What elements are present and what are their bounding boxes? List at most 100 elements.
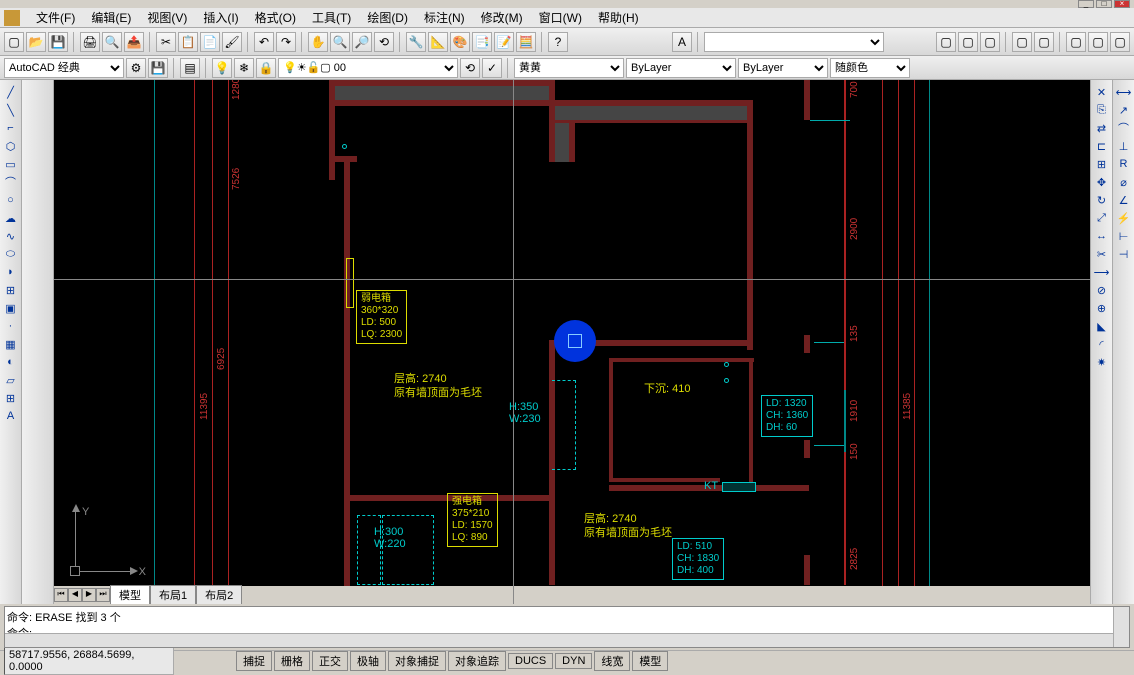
tab-last-button[interactable]: ⏭	[96, 588, 110, 602]
spline-tool[interactable]: ∿	[2, 228, 20, 244]
layer-manager-button[interactable]: ▤	[180, 58, 200, 78]
menu-dimension[interactable]: 标注(N)	[416, 7, 473, 28]
viewport-2-button[interactable]: ▢	[958, 32, 978, 52]
trim-tool[interactable]: ✂	[1093, 246, 1111, 262]
dim-ordinate-tool[interactable]: ⊥	[1115, 138, 1133, 154]
table-tool[interactable]: ⊞	[2, 390, 20, 406]
design-center-button[interactable]: 📐	[428, 32, 448, 52]
markup-button[interactable]: 📝	[494, 32, 514, 52]
paste-button[interactable]: 📄	[200, 32, 220, 52]
layer-dropdown[interactable]: 💡☀🔓▢ 00	[278, 58, 458, 78]
aux-3-button[interactable]: ▢	[1110, 32, 1130, 52]
redo-button[interactable]: ↷	[276, 32, 296, 52]
layer-prev-button[interactable]: ⟲	[460, 58, 480, 78]
array-tool[interactable]: ⊞	[1093, 156, 1111, 172]
dim-aligned-tool[interactable]: ↗	[1115, 102, 1133, 118]
viewport-clip-button[interactable]: ▢	[1012, 32, 1032, 52]
min-button[interactable]: _	[1078, 0, 1094, 8]
dim-radius-tool[interactable]: R	[1115, 156, 1133, 172]
command-scrollbar-v[interactable]	[1113, 607, 1129, 647]
grid-toggle[interactable]: 栅格	[274, 651, 310, 671]
command-scrollbar-h[interactable]	[5, 633, 1113, 647]
break-tool[interactable]: ⊘	[1093, 282, 1111, 298]
menu-insert[interactable]: 插入(I)	[195, 7, 246, 28]
save-button[interactable]: 💾	[48, 32, 68, 52]
zoom-win-button[interactable]: 🔎	[352, 32, 372, 52]
rectangle-tool[interactable]: ▭	[2, 156, 20, 172]
fillet-tool[interactable]: ◜	[1093, 336, 1111, 352]
otrack-toggle[interactable]: 对象追踪	[448, 651, 506, 671]
restore-button[interactable]: □	[1096, 0, 1112, 8]
workspace-settings-button[interactable]: ⚙	[126, 58, 146, 78]
tab-prev-button[interactable]: ◀	[68, 588, 82, 602]
xline-tool[interactable]: ╲	[2, 102, 20, 118]
preview-button[interactable]: 🔍	[102, 32, 122, 52]
dim-diameter-tool[interactable]: ⌀	[1115, 174, 1133, 190]
osnap-toggle[interactable]: 对象捕捉	[388, 651, 446, 671]
hatch-tool[interactable]: ▦	[2, 336, 20, 352]
aux-2-button[interactable]: ▢	[1088, 32, 1108, 52]
mirror-tool[interactable]: ⇄	[1093, 120, 1111, 136]
make-current-button[interactable]: ✓	[482, 58, 502, 78]
polygon-tool[interactable]: ⬡	[2, 138, 20, 154]
offset-tool[interactable]: ⊏	[1093, 138, 1111, 154]
erase-tool[interactable]: ✕	[1093, 84, 1111, 100]
help-button[interactable]: ?	[548, 32, 568, 52]
menu-view[interactable]: 视图(V)	[139, 7, 195, 28]
copy-tool[interactable]: ⎘	[1093, 102, 1111, 118]
workspace-save-button[interactable]: 💾	[148, 58, 168, 78]
print-button[interactable]: 🖨	[80, 32, 100, 52]
layer-states-button[interactable]: 💡	[212, 58, 232, 78]
pline-tool[interactable]: ⌐	[2, 120, 20, 136]
mtext-tool[interactable]: A	[2, 408, 20, 424]
tab-layout1[interactable]: 布局1	[150, 585, 196, 604]
menu-help[interactable]: 帮助(H)	[590, 7, 647, 28]
publish-button[interactable]: 📤	[124, 32, 144, 52]
make-block-tool[interactable]: ▣	[2, 300, 20, 316]
extend-tool[interactable]: ⟶	[1093, 264, 1111, 280]
scale-tool[interactable]: ⤢	[1093, 210, 1111, 226]
region-tool[interactable]: ▱	[2, 372, 20, 388]
snap-toggle[interactable]: 捕捉	[236, 651, 272, 671]
zoom-rt-button[interactable]: 🔍	[330, 32, 350, 52]
stretch-tool[interactable]: ↔	[1093, 228, 1111, 244]
text-style-dropdown[interactable]	[704, 32, 884, 52]
dim-arc-tool[interactable]: ⌒	[1115, 120, 1133, 136]
tool-palette-button[interactable]: 🎨	[450, 32, 470, 52]
tab-layout2[interactable]: 布局2	[196, 585, 242, 604]
tab-model[interactable]: 模型	[110, 585, 150, 604]
linetype-dropdown[interactable]: ByLayer	[626, 58, 736, 78]
ellipse-tool[interactable]: ⬭	[2, 246, 20, 262]
explode-tool[interactable]: ✷	[1093, 354, 1111, 370]
dim-quick-tool[interactable]: ⚡	[1115, 210, 1133, 226]
tab-next-button[interactable]: ▶	[82, 588, 96, 602]
viewport-3-button[interactable]: ▢	[980, 32, 1000, 52]
drawing-canvas[interactable]: KT 弱电箱 360*320 LD: 500 LQ: 2300 强电箱 375*…	[54, 80, 1090, 604]
open-button[interactable]: 📂	[26, 32, 46, 52]
dim-linear-tool[interactable]: ⟷	[1115, 84, 1133, 100]
menu-file[interactable]: 文件(F)	[28, 7, 83, 28]
text-align-button[interactable]: A	[672, 32, 692, 52]
ellipse-arc-tool[interactable]: ◗	[2, 264, 20, 280]
circle-tool[interactable]: ○	[2, 192, 20, 208]
dim-angular-tool[interactable]: ∠	[1115, 192, 1133, 208]
layer-freeze-button[interactable]: ❄	[234, 58, 254, 78]
plotstyle-dropdown[interactable]: 随颜色	[830, 58, 910, 78]
menu-draw[interactable]: 绘图(D)	[359, 7, 416, 28]
menu-modify[interactable]: 修改(M)	[473, 7, 531, 28]
ducs-toggle[interactable]: DUCS	[508, 653, 553, 669]
layer-lock-button[interactable]: 🔒	[256, 58, 276, 78]
menu-format[interactable]: 格式(O)	[247, 7, 304, 28]
undo-button[interactable]: ↶	[254, 32, 274, 52]
revcloud-tool[interactable]: ☁	[2, 210, 20, 226]
pan-button[interactable]: ✋	[308, 32, 328, 52]
rotate-tool[interactable]: ↻	[1093, 192, 1111, 208]
line-tool[interactable]: ╱	[2, 84, 20, 100]
new-button[interactable]: ▢	[4, 32, 24, 52]
named-views-button[interactable]: ▢	[1034, 32, 1054, 52]
calculator-button[interactable]: 🧮	[516, 32, 536, 52]
chamfer-tool[interactable]: ◣	[1093, 318, 1111, 334]
insert-block-tool[interactable]: ⊞	[2, 282, 20, 298]
dim-baseline-tool[interactable]: ⊢	[1115, 228, 1133, 244]
ortho-toggle[interactable]: 正交	[312, 651, 348, 671]
